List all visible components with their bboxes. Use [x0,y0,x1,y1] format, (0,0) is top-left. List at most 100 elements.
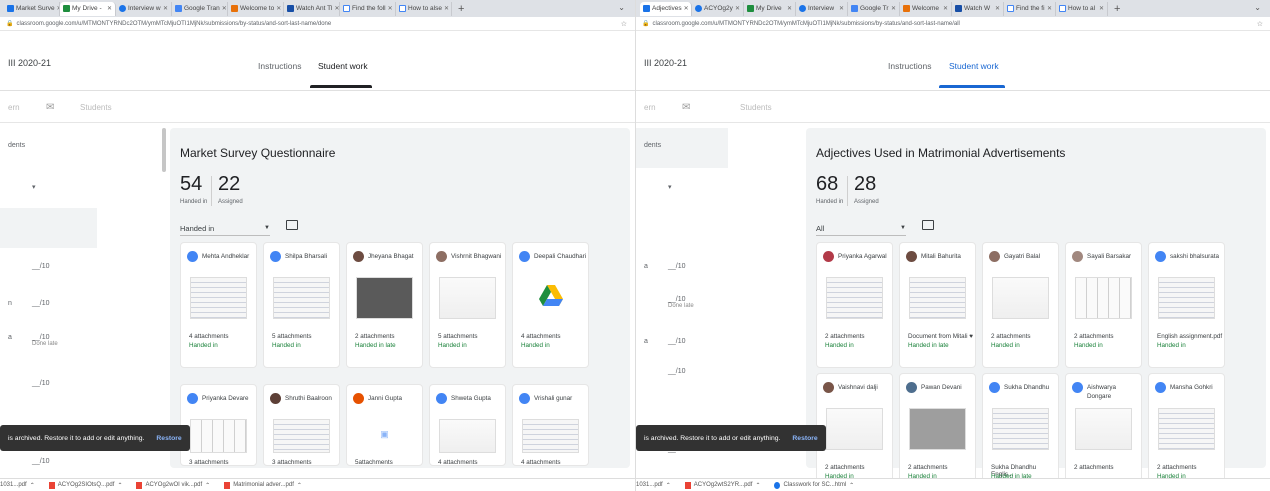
browser-tab[interactable]: Interview w ✕ [116,1,172,16]
submission-card[interactable]: Gayatri Balal 2 attachments Handed in [982,242,1059,368]
email-icon[interactable]: ✉ [46,96,54,118]
browser-tab[interactable]: Google Tr ✕ [848,1,900,16]
tab-search-icon[interactable]: ⌄ [618,3,625,12]
student-row[interactable]: __/10 [0,263,150,275]
browser-tab[interactable]: My Drive ✕ [744,1,796,16]
download-item[interactable]: Classwork for SC...html ⌃ [774,481,854,489]
grade-field[interactable]: __/10 [668,368,686,375]
address-bar[interactable]: 🔒 classroom.google.com/u/MTMONTYRNDc2OTM… [0,17,635,31]
folder-icon[interactable] [922,220,934,230]
address-bar[interactable]: 🔒 classroom.google.com/u/MTMONTYRNDc2OTM… [636,17,1270,31]
tab-student-work[interactable]: Student work [318,61,368,71]
handed-in-stat[interactable]: 54 Handed in [180,173,207,205]
download-item[interactable]: ACYOg2wOI vik...pdf ⌃ [136,481,210,489]
submission-card[interactable]: Priyanka Devare 3 attachments [180,384,257,466]
bookmark-star-icon[interactable]: ☆ [1257,20,1263,28]
browser-tab[interactable]: Watch W ✕ [952,1,1004,16]
student-row[interactable]: a __/10 [636,263,786,275]
close-icon[interactable]: ✕ [995,5,1000,12]
close-icon[interactable]: ✕ [839,5,844,12]
submission-card[interactable]: Vrishali gunar 4 attachments [512,384,589,466]
download-item[interactable]: 1031...pdf ⌃ [0,482,35,489]
browser-tab[interactable]: How to al ✕ [1056,1,1108,16]
browser-tab[interactable]: Adjectives ✕ [640,1,692,16]
sort-dropdown[interactable]: Students [740,96,772,118]
submission-card[interactable]: Mansha Gohkri 2 attachments Handed in [1148,373,1225,491]
submission-card[interactable]: Janni Gupta ▣ 5attachments [346,384,423,466]
submission-card[interactable]: Jheyana Bhagat 2 attachments Handed in lat… [346,242,423,368]
return-button[interactable]: ern [644,96,656,118]
sort-arrow-icon[interactable]: ▾ [32,183,36,191]
restore-button[interactable]: Restore [156,435,181,442]
sort-dropdown[interactable]: Students [80,96,112,118]
grade-field[interactable]: __/10 [32,334,50,341]
close-icon[interactable]: ✕ [163,5,168,12]
submission-card[interactable]: Shweta Gupta 4 attachments [429,384,506,466]
browser-tab[interactable]: How to alse ✕ [396,1,452,16]
assigned-stat[interactable]: 28 Assigned [854,173,879,205]
submission-card[interactable]: Sukha Dhandhu Sukha Dhandhu Englis... Hand… [982,373,1059,491]
status-filter-dropdown[interactable]: Handed in ▼ [180,224,270,236]
email-icon[interactable]: ✉ [682,96,690,118]
handed-in-stat[interactable]: 68 Handed in [816,173,843,205]
close-icon[interactable]: ✕ [943,5,948,12]
bookmark-star-icon[interactable]: ☆ [621,20,627,28]
status-filter-dropdown[interactable]: All ▼ [816,224,906,236]
browser-tab[interactable]: Welcome ✕ [900,1,952,16]
student-row[interactable]: __/10 [0,458,150,470]
grade-field[interactable]: __/10 [32,380,50,387]
submission-card[interactable]: Priyanka Agarwal 2 attachments Handed in [816,242,893,368]
close-icon[interactable]: ✕ [684,5,689,12]
browser-tab[interactable]: Welcome to ✕ [228,1,284,16]
browser-tab[interactable]: Find the foll ✕ [340,1,396,16]
grade-field[interactable]: __/10 [32,300,50,307]
close-icon[interactable]: ✕ [107,5,112,12]
submission-card[interactable]: Shruthi Baalroon 3 attachments [263,384,340,466]
student-row[interactable]: n __/10 [0,300,150,312]
browser-tab[interactable]: Watch Ant Tl ✕ [284,1,340,16]
tab-student-work[interactable]: Student work [949,61,999,71]
grade-field[interactable]: __/10 [32,458,50,465]
tab-search-icon[interactable]: ⌄ [1254,3,1261,12]
browser-tab[interactable]: Interview ✕ [796,1,848,16]
grade-field[interactable]: __/10 [668,338,686,345]
folder-icon[interactable] [286,220,298,230]
tab-instructions[interactable]: Instructions [888,61,931,71]
return-button[interactable]: ern [8,96,20,118]
submission-card[interactable]: Shilpa Bharsali 5 attachments Handed in [263,242,340,368]
close-icon[interactable]: ✕ [335,5,340,12]
grade-field[interactable]: __/10 [32,263,50,270]
student-row[interactable]: a __/10 Done late [0,334,150,347]
download-item[interactable]: ACYOg2SIOtsQ...pdf ⌃ [48,481,122,489]
submission-card[interactable]: Vaishnavi dalji 2 attachments Handed in [816,373,893,491]
assigned-stat[interactable]: 22 Assigned [218,173,243,205]
selected-row[interactable] [0,208,97,248]
close-icon[interactable]: ✕ [1047,5,1052,12]
browser-tab[interactable]: My Drive - ✕ [60,1,116,16]
submission-card[interactable]: sakshi bhalsurata English assignment.pdf H… [1148,242,1225,368]
browser-tab[interactable]: Google Tran ✕ [172,1,228,16]
submission-card[interactable]: Vishrnit Bhagwani 5 attachments Handed in [429,242,506,368]
submission-card[interactable]: Sayali Barsakar 2 attachments Handed in [1065,242,1142,368]
student-row[interactable]: a __/10 [636,338,786,350]
submission-card[interactable]: Mehta Andheklar 4 attachments Handed in [180,242,257,368]
close-icon[interactable]: ✕ [735,5,740,12]
grade-field[interactable]: __/10 [668,263,686,270]
download-item[interactable]: 1031...pdf ⌃ [636,482,671,489]
grade-field[interactable]: __/10 [668,296,686,303]
browser-tab[interactable]: Find the fi ✕ [1004,1,1056,16]
sort-arrow-icon[interactable]: ▾ [668,183,672,191]
scrollbar[interactable] [162,128,166,172]
close-icon[interactable]: ✕ [388,5,393,12]
new-tab-button[interactable]: + [1114,3,1120,15]
tab-instructions[interactable]: Instructions [258,61,301,71]
student-row[interactable]: __/10 [636,368,786,380]
browser-tab[interactable]: Market Surve✕ [4,1,60,16]
submission-card[interactable]: Aishwarya Dongare 2 attachments [1065,373,1142,491]
student-row[interactable]: __/10 [0,380,150,392]
submission-card[interactable]: Deepali Chaudhari 4 attachments Handed in [512,242,589,368]
restore-button[interactable]: Restore [792,435,817,442]
submission-card[interactable]: Pawan Devani 2 attachments Handed in [899,373,976,491]
student-row[interactable]: __/10 Done late [636,296,786,309]
close-icon[interactable]: ✕ [222,5,227,12]
